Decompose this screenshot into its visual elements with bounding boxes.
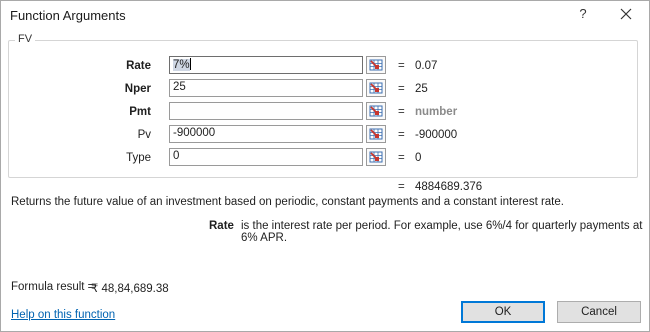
pv-input[interactable]: -900000 [169,125,363,143]
help-button[interactable]: ? [575,6,591,24]
nper-label: Nper [124,83,151,95]
result-equals: = [398,181,405,193]
argument-help-name: Rate [209,220,234,232]
ok-button[interactable]: OK [461,301,545,323]
type-value: 0 [415,152,422,164]
type-input[interactable]: 0 [169,148,363,166]
nper-equals: = [398,83,405,95]
range-selector-icon [369,82,383,94]
range-selector-icon [369,105,383,117]
rate-range-selector-button[interactable] [366,56,386,74]
range-selector-icon [369,59,383,71]
pv-equals: = [398,129,405,141]
function-arguments-dialog: Function Arguments ? FV Rate 7% = 0.07 N… [0,0,650,332]
rate-input[interactable]: 7% [169,56,363,74]
function-result-value: 4884689.376 [415,181,483,193]
pmt-input[interactable] [169,102,363,120]
text-caret [189,58,191,70]
formula-result-label: Formula result = [11,281,95,293]
cancel-button[interactable]: Cancel [557,301,641,323]
close-button[interactable] [615,3,637,25]
type-label: Type [126,152,151,164]
close-icon [620,8,632,20]
pmt-value: number [415,106,458,118]
pmt-equals: = [398,106,405,118]
pmt-range-selector-button[interactable] [366,102,386,120]
formula-result-value: ₹ 48,84,689.38 [91,283,169,295]
pv-label: Pv [137,129,151,141]
pmt-label: Pmt [129,106,151,118]
range-selector-icon [369,151,383,163]
nper-range-selector-button[interactable] [366,79,386,97]
nper-value: 25 [415,83,428,95]
pv-range-selector-button[interactable] [366,125,386,143]
group-label: FV [15,33,36,45]
rate-label: Rate [126,60,151,72]
rate-equals: = [398,60,405,72]
argument-help-text: is the interest rate per period. For exa… [241,220,643,244]
rate-value: 0.07 [415,60,438,72]
type-range-selector-button[interactable] [366,148,386,166]
range-selector-icon [369,128,383,140]
help-on-function-link[interactable]: Help on this function [11,309,115,321]
nper-input[interactable]: 25 [169,79,363,97]
pv-value: -900000 [415,129,458,141]
function-description: Returns the future value of an investmen… [11,196,564,208]
dialog-title: Function Arguments [10,8,126,23]
rate-input-value: 7% [173,59,190,71]
title-bar: Function Arguments ? [1,1,649,31]
type-equals: = [398,152,405,164]
